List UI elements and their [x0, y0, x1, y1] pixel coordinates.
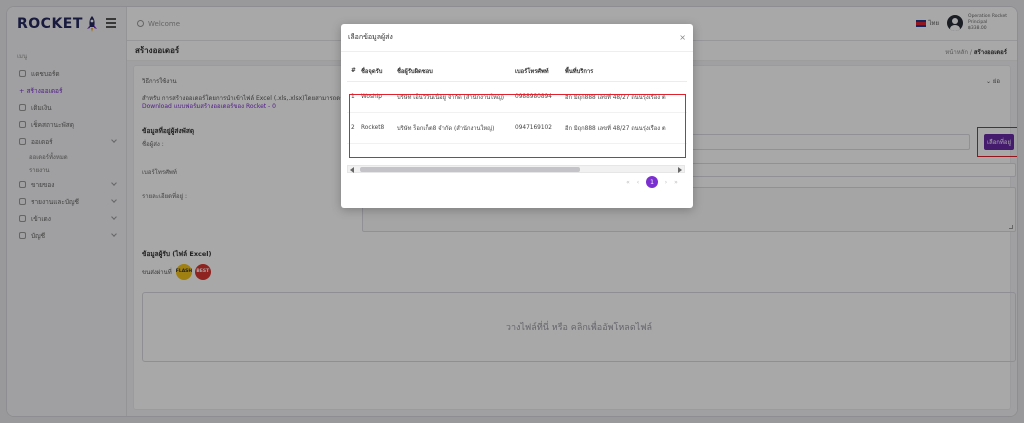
horizontal-scrollbar[interactable]: [347, 165, 685, 173]
scroll-right-icon[interactable]: [678, 167, 682, 173]
col-header-point: ชื่อจุดรับ: [361, 68, 383, 75]
table-header-row: # ชื่อจุดรับ ชื่อผู้รับผิดชอบ เบอร์โทรศั…: [347, 60, 687, 82]
prev-page-icon[interactable]: ‹: [633, 179, 643, 186]
last-page-icon[interactable]: »: [671, 179, 681, 186]
col-header-phone: เบอร์โทรศัพท์: [515, 68, 549, 75]
col-header-area: พื้นที่บริการ: [565, 68, 594, 75]
scroll-left-icon[interactable]: [350, 167, 354, 173]
highlight-box-rows: [349, 94, 686, 158]
modal-header: เลือกข้อมูลผู้ส่ง ×: [341, 24, 693, 52]
col-header-index: #: [351, 67, 356, 74]
next-page-icon[interactable]: ›: [661, 179, 671, 186]
col-header-contact: ชื่อผู้รับผิดชอบ: [397, 68, 433, 75]
scrollbar-thumb[interactable]: [360, 167, 580, 172]
sender-select-modal: เลือกข้อมูลผู้ส่ง × # ชื่อจุดรับ ชื่อผู้…: [341, 24, 693, 208]
pagination: « ‹ 1 › »: [623, 176, 681, 188]
first-page-icon[interactable]: «: [623, 179, 633, 186]
page-current[interactable]: 1: [646, 176, 658, 188]
modal-title: เลือกข้อมูลผู้ส่ง: [348, 33, 393, 41]
close-icon[interactable]: ×: [679, 33, 686, 42]
